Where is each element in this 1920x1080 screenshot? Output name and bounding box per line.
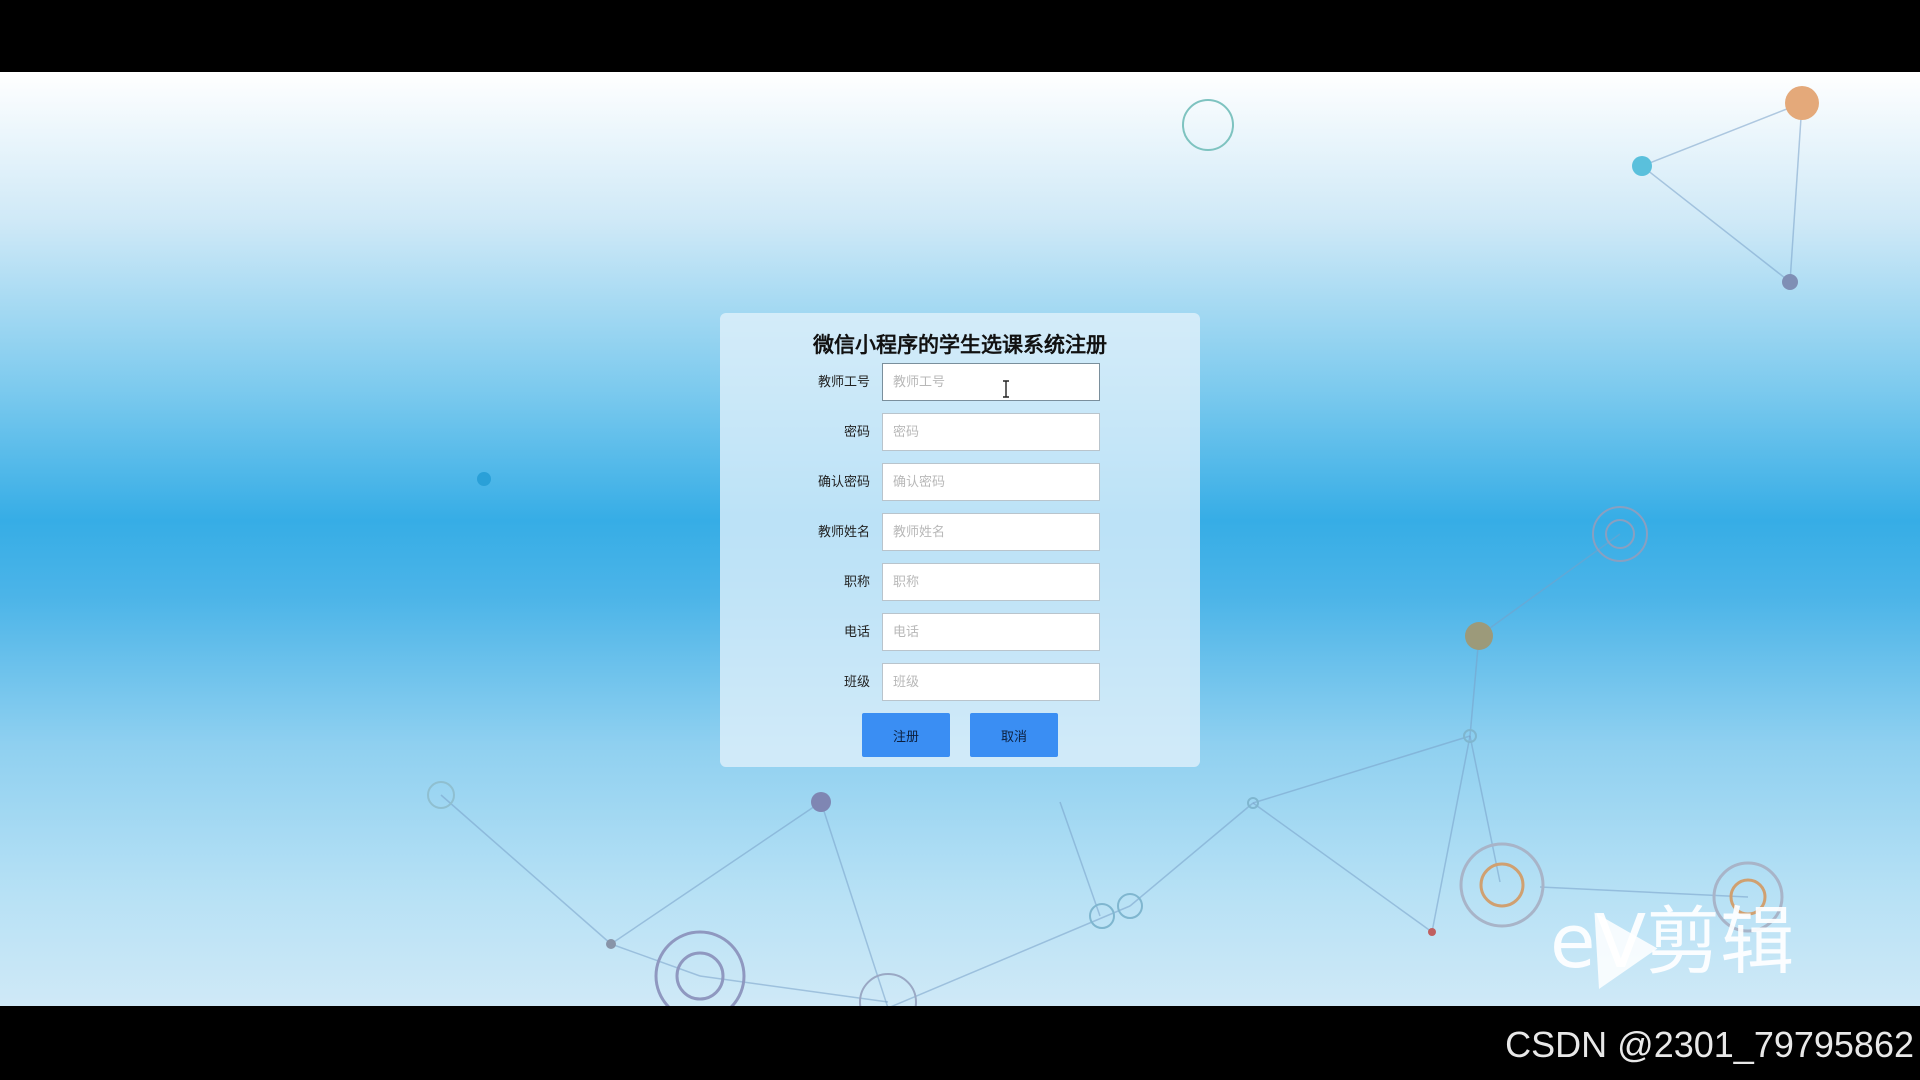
background-scene: 微信小程序的学生选课系统注册 教师工号 密码 确认密码 教师姓名 职称 电话 班… (0, 72, 1920, 1006)
password-input[interactable] (882, 413, 1100, 451)
job-title-input[interactable] (882, 563, 1100, 601)
confirm-password-input[interactable] (882, 463, 1100, 501)
field-row-teacher-name: 教师姓名 (720, 513, 1200, 553)
teacher-id-label: 教师工号 (817, 375, 870, 390)
field-row-password: 密码 (720, 413, 1200, 453)
teacher-name-label: 教师姓名 (817, 525, 870, 540)
csdn-credit-watermark: CSDN @2301_79795862 (1505, 1024, 1914, 1065)
cancel-button[interactable]: 取消 (970, 713, 1058, 757)
password-label: 密码 (843, 425, 870, 440)
phone-input[interactable] (882, 613, 1100, 651)
field-row-teacher-id: 教师工号 (720, 363, 1200, 403)
form-title: 微信小程序的学生选课系统注册 (813, 333, 1107, 357)
field-row-confirm-password: 确认密码 (720, 463, 1200, 503)
job-title-label: 职称 (843, 575, 870, 590)
letterbox-top (0, 0, 1920, 72)
register-button[interactable]: 注册 (862, 713, 950, 757)
field-row-title: 职称 (720, 563, 1200, 603)
field-row-class: 班级 (720, 663, 1200, 703)
text-cursor-icon (1003, 380, 1009, 398)
teacher-name-input[interactable] (882, 513, 1100, 551)
field-row-phone: 电话 (720, 613, 1200, 653)
phone-label: 电话 (843, 625, 870, 640)
register-panel: 微信小程序的学生选课系统注册 教师工号 密码 确认密码 教师姓名 职称 电话 班… (720, 313, 1200, 767)
teacher-id-input[interactable] (882, 363, 1100, 401)
class-label: 班级 (843, 675, 870, 690)
confirm-password-label: 确认密码 (817, 475, 870, 490)
class-input[interactable] (882, 663, 1100, 701)
editor-brand-watermark: eV剪辑 (1550, 899, 1795, 985)
